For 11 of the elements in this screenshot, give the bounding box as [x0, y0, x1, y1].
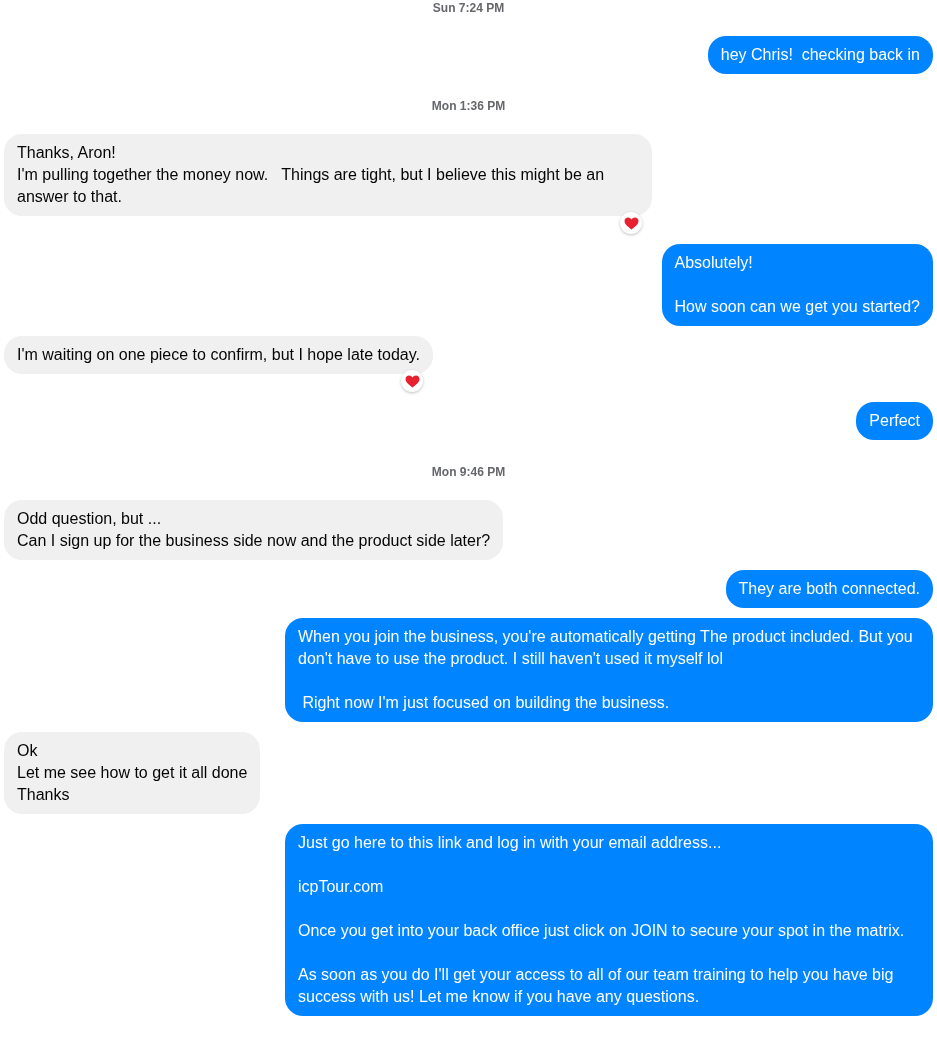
timestamp: Sun 7:24 PM: [431, 0, 506, 16]
message-bubble: hey Chris! checking back in: [707, 36, 933, 74]
message-bubble: They are both connected.: [725, 570, 933, 608]
timestamp: Mon 1:36 PM: [430, 98, 507, 114]
message-bubble: Absolutely! How soon can we get you started?: [661, 244, 933, 326]
message-bubble: Ok Let me see how to get it all done Thanks: [4, 732, 261, 814]
timestamp: Mon 9:46 PM: [430, 464, 507, 480]
message-bubble: Just go here to this link and log in with your email address... icpTour.com Once you get into your back office just click on JOIN to secure your spot in the matrix. As soon as you do I'll get your access to all of our team training to help you have big success with us! Let me know if you have any questions.: [285, 824, 933, 1016]
message-bubble: Perfect: [856, 402, 933, 440]
message-bubble: Odd question, but ... Can I sign up for the business side now and the product side later?: [4, 500, 504, 560]
message-bubble: When you join the business, you're automatically getting The product included. But you don't have to use the product. I still haven't used it myself lol Right now I'm just focused on building the business.: [285, 618, 933, 722]
